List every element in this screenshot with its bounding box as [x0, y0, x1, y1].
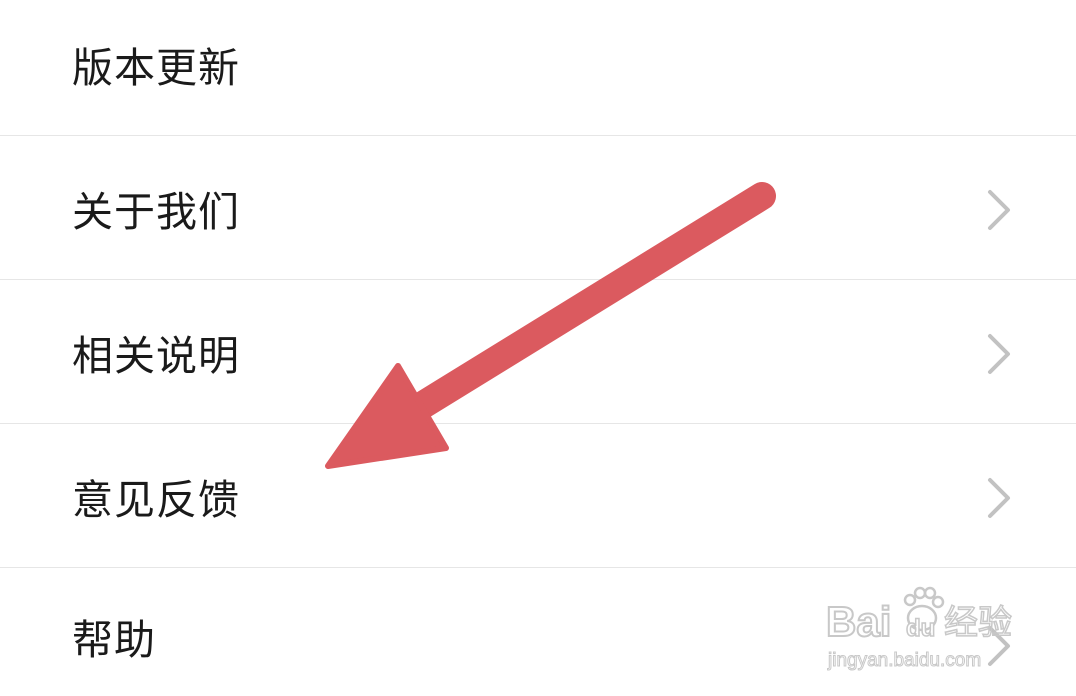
- chevron-right-icon: [988, 626, 1010, 666]
- menu-item-label: 意见反馈: [72, 476, 240, 524]
- settings-page: 版本更新 关于我们 相关说明 意见反馈 帮助 Bai du 经验 jingyan…: [0, 0, 1076, 696]
- menu-item-help[interactable]: 帮助: [0, 568, 1076, 696]
- menu-item-about-us[interactable]: 关于我们: [0, 136, 1076, 280]
- menu-item-label: 相关说明: [72, 332, 240, 380]
- chevron-right-icon: [988, 334, 1010, 374]
- chevron-right-icon: [988, 478, 1010, 518]
- menu-item-version-update[interactable]: 版本更新: [0, 0, 1076, 144]
- menu-item-label: 版本更新: [72, 44, 240, 92]
- menu-item-feedback[interactable]: 意见反馈: [0, 424, 1076, 568]
- settings-menu-list: 版本更新 关于我们 相关说明 意见反馈 帮助: [0, 0, 1076, 696]
- menu-item-label: 关于我们: [72, 188, 240, 236]
- menu-item-label: 帮助: [72, 616, 156, 664]
- chevron-right-icon: [988, 190, 1010, 230]
- menu-item-related-info[interactable]: 相关说明: [0, 280, 1076, 424]
